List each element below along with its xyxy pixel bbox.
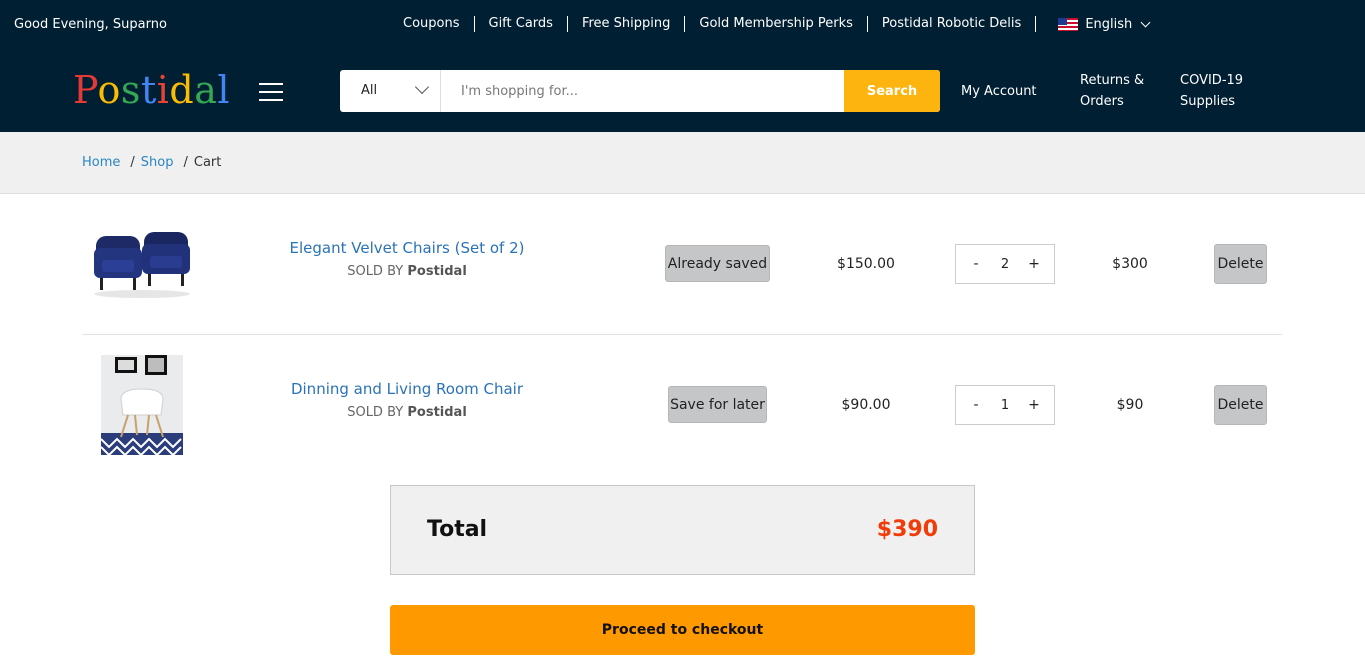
- quantity-stepper: - 2 +: [955, 244, 1055, 284]
- line-subtotal: $300: [1112, 256, 1148, 272]
- sold-by-prefix: SOLD BY: [347, 264, 404, 279]
- my-account-label: My Account: [961, 84, 1037, 99]
- delete-button[interactable]: Delete: [1214, 385, 1267, 425]
- search-bar: All Search: [340, 70, 940, 112]
- total-value: $390: [876, 517, 938, 542]
- breadcrumb-bar: Home / Shop / Cart: [0, 132, 1365, 194]
- breadcrumb-current: Cart: [193, 155, 222, 170]
- delete-button[interactable]: Delete: [1214, 244, 1267, 284]
- cart-total-box: Total $390: [390, 485, 975, 575]
- product-name-link[interactable]: Elegant Velvet Chairs (Set of 2): [257, 239, 557, 257]
- language-label: English: [1085, 16, 1133, 32]
- sold-by: SOLD BY Postidal: [257, 264, 557, 279]
- velvet-chairs-image[interactable]: [92, 230, 192, 300]
- chevron-down-icon: [1140, 17, 1151, 27]
- menu-icon[interactable]: [259, 83, 283, 101]
- increase-quantity-button[interactable]: +: [1028, 397, 1040, 413]
- quantity-stepper: - 1 +: [955, 385, 1055, 425]
- sold-by-prefix: SOLD BY: [347, 405, 404, 420]
- already-saved-button[interactable]: Already saved: [665, 245, 770, 282]
- covid-line-2: Supplies: [1180, 94, 1235, 109]
- proceed-to-checkout-button[interactable]: Proceed to checkout: [390, 605, 975, 655]
- chevron-down-icon: [414, 79, 430, 95]
- greeting-text: Good Evening, Suparno: [14, 17, 167, 32]
- quantity-value[interactable]: 1: [1001, 398, 1009, 413]
- my-account-link[interactable]: My Account: [961, 81, 1037, 102]
- returns-orders-link[interactable]: Returns & Orders: [1080, 70, 1144, 112]
- coupons-link[interactable]: Coupons: [390, 16, 475, 32]
- returns-line-2: Orders: [1080, 94, 1124, 109]
- main-header: Postidal All Search My Account Returns &…: [0, 50, 1365, 132]
- save-for-later-button[interactable]: Save for later: [668, 386, 767, 423]
- category-label: All: [361, 83, 378, 98]
- sold-by: SOLD BY Postidal: [257, 405, 557, 420]
- seller-name: Postidal: [407, 405, 467, 420]
- gift-cards-link[interactable]: Gift Cards: [475, 16, 568, 32]
- us-flag-icon: [1058, 17, 1079, 31]
- category-select[interactable]: All: [340, 70, 441, 112]
- covid-supplies-link[interactable]: COVID-19 Supplies: [1180, 70, 1243, 112]
- breadcrumb-separator: /: [183, 155, 188, 170]
- decrease-quantity-button[interactable]: -: [970, 256, 982, 272]
- unit-price: $150.00: [837, 256, 895, 272]
- search-input[interactable]: [441, 70, 844, 112]
- living-room-chair-image[interactable]: [101, 355, 183, 455]
- product-name-link[interactable]: Dinning and Living Room Chair: [257, 380, 557, 398]
- covid-line-1: COVID-19: [1180, 73, 1244, 88]
- site-logo[interactable]: Postidal: [73, 68, 230, 112]
- gold-membership-link[interactable]: Gold Membership Perks: [685, 16, 868, 32]
- robotic-delis-link[interactable]: Postidal Robotic Delis: [868, 16, 1037, 32]
- total-label: Total: [427, 517, 488, 542]
- breadcrumb-separator: /: [130, 155, 135, 170]
- cart-item-row: Elegant Velvet Chairs (Set of 2) SOLD BY…: [82, 194, 1282, 335]
- unit-price: $90.00: [841, 397, 891, 413]
- quantity-value[interactable]: 2: [1001, 257, 1009, 272]
- increase-quantity-button[interactable]: +: [1028, 256, 1040, 272]
- cart-item-row: Dinning and Living Room Chair SOLD BY Po…: [82, 335, 1282, 476]
- free-shipping-link[interactable]: Free Shipping: [568, 16, 686, 32]
- language-selector[interactable]: English: [1036, 16, 1151, 32]
- seller-name: Postidal: [407, 264, 467, 279]
- decrease-quantity-button[interactable]: -: [970, 397, 982, 413]
- search-button[interactable]: Search: [844, 70, 940, 112]
- returns-line-1: Returns &: [1080, 73, 1145, 88]
- breadcrumb-shop[interactable]: Shop: [141, 155, 174, 170]
- breadcrumb: Home / Shop / Cart: [82, 155, 221, 170]
- top-bar: Good Evening, Suparno Coupons Gift Cards…: [0, 0, 1365, 50]
- breadcrumb-home[interactable]: Home: [82, 155, 120, 170]
- top-links: Coupons Gift Cards Free Shipping Gold Me…: [390, 15, 1151, 33]
- line-subtotal: $90: [1116, 397, 1144, 413]
